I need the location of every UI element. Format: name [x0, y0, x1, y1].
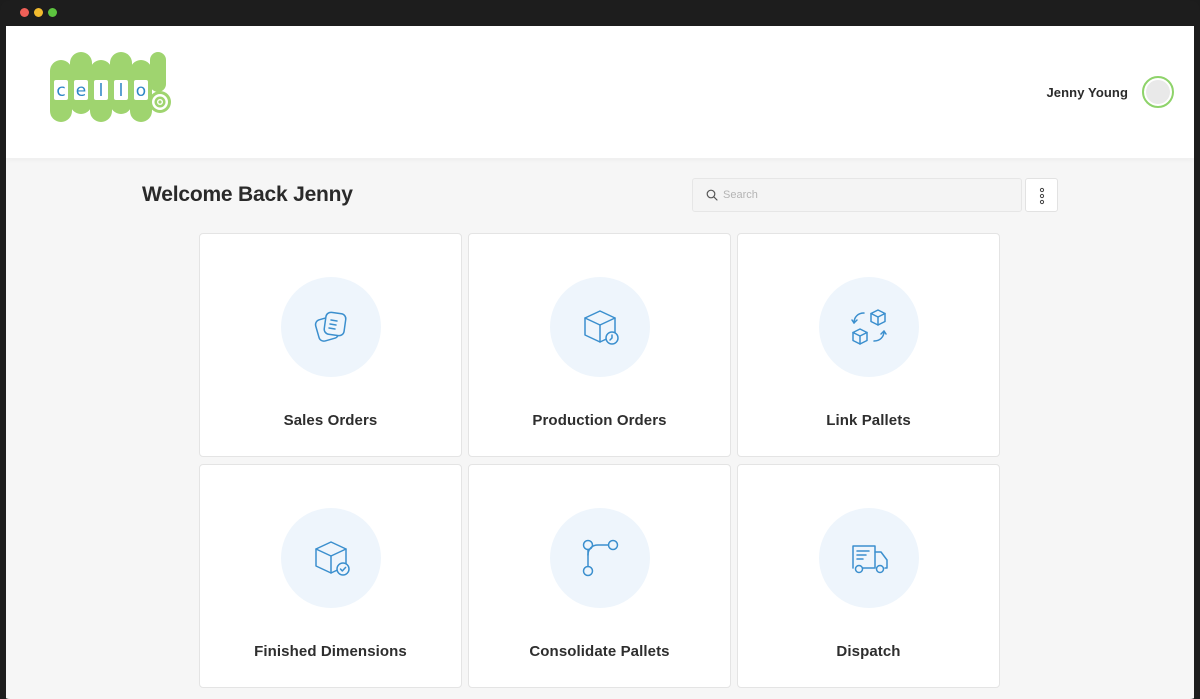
logo-letter-o: o	[136, 81, 146, 101]
tile-icon-circle	[550, 277, 650, 377]
user-avatar[interactable]	[1142, 76, 1174, 108]
window-titlebar	[0, 0, 1200, 26]
boxes-exchange-icon	[851, 309, 887, 345]
documents-icon	[314, 311, 347, 342]
more-options-button[interactable]	[1025, 178, 1058, 212]
tile-icon-circle	[819, 508, 919, 608]
logo-letter-l: l	[99, 81, 104, 101]
tile-icon-circle	[819, 277, 919, 377]
kebab-menu-icon	[1039, 187, 1045, 205]
box-check-icon	[315, 541, 350, 576]
tile-sales-orders[interactable]: Sales Orders	[199, 233, 462, 457]
logo-letter-c: c	[56, 81, 65, 101]
page-title: Welcome Back Jenny	[142, 183, 353, 206]
search-input[interactable]	[723, 179, 1013, 211]
tile-label: Sales Orders	[283, 412, 378, 429]
tile-label: Link Pallets	[826, 412, 911, 429]
box-clock-icon	[584, 310, 619, 345]
tile-icon-circle	[281, 277, 381, 377]
logo-letter-e: e	[76, 81, 86, 101]
app-window: c e l l o Jenny Young Welcome Back Jenny	[0, 0, 1200, 699]
tile-label: Production Orders	[532, 412, 667, 429]
maximize-window-button[interactable]	[48, 8, 57, 17]
tile-dispatch[interactable]: Dispatch	[737, 464, 1000, 688]
tile-label: Finished Dimensions	[254, 643, 407, 660]
tile-production-orders[interactable]: Production Orders	[468, 233, 731, 457]
git-merge-icon	[582, 539, 619, 577]
tile-finished-dimensions[interactable]: Finished Dimensions	[199, 464, 462, 688]
tile-label: Dispatch	[836, 643, 901, 660]
app-content: c e l l o Jenny Young Welcome Back Jenny	[6, 26, 1194, 699]
tile-consolidate-pallets[interactable]: Consolidate Pallets	[468, 464, 731, 688]
logo-letter-l-2: l	[119, 81, 124, 101]
cello-logo[interactable]: c e l l o	[48, 50, 178, 126]
user-name: Jenny Young	[1046, 85, 1128, 100]
truck-icon	[852, 545, 888, 574]
minimize-window-button[interactable]	[34, 8, 43, 17]
tile-link-pallets[interactable]: Link Pallets	[737, 233, 1000, 457]
search-icon	[706, 189, 718, 201]
tile-icon-circle	[550, 508, 650, 608]
tile-label: Consolidate Pallets	[529, 643, 670, 660]
tile-icon-circle	[281, 508, 381, 608]
header: c e l l o Jenny Young	[6, 26, 1194, 158]
search-box[interactable]	[692, 178, 1022, 212]
close-window-button[interactable]	[20, 8, 29, 17]
